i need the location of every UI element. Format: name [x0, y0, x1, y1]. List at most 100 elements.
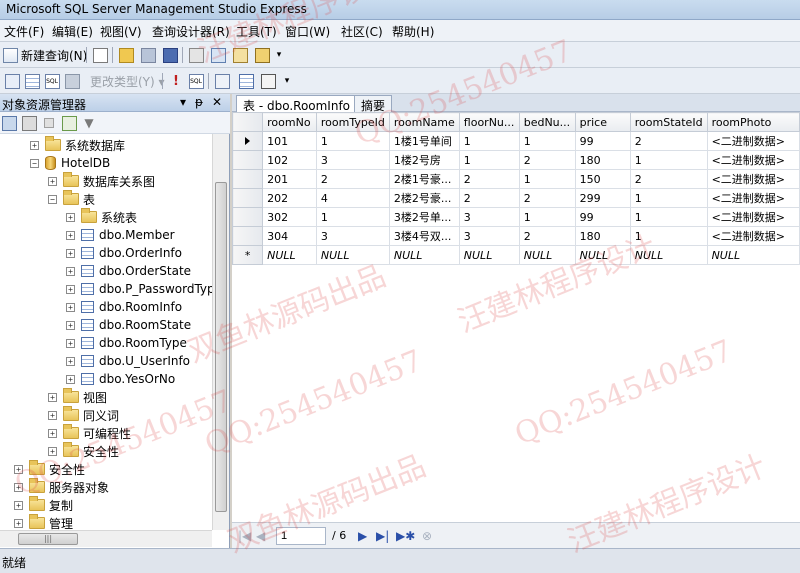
- row-header[interactable]: [232, 207, 264, 227]
- grid-cell[interactable]: <二进制数据>: [706, 226, 800, 246]
- expand-icon[interactable]: +: [66, 302, 75, 312]
- tree-item-database-diagrams[interactable]: + 数据库关系图: [48, 172, 155, 190]
- grid-cell[interactable]: 1: [315, 131, 390, 151]
- tree-item-programmability[interactable]: + 可编程性: [48, 424, 131, 442]
- verify-sql-button[interactable]: SQL: [186, 72, 206, 90]
- expand-icon[interactable]: +: [48, 428, 57, 438]
- menu-file[interactable]: 文件(F): [4, 23, 44, 40]
- grid-cell[interactable]: 1: [629, 226, 708, 246]
- open-button[interactable]: [116, 46, 136, 64]
- tree-item-management[interactable]: + 管理: [14, 514, 73, 530]
- grid-cell[interactable]: 1: [629, 188, 708, 208]
- tree-item-table-roomstate[interactable]: + dbo.RoomState: [66, 316, 191, 334]
- grid-cell[interactable]: 299: [574, 188, 631, 208]
- table-row[interactable]: 102 3 1楼2号房 1 2 180 1 <二进制数据>: [232, 150, 800, 170]
- grid-cell[interactable]: 3: [458, 207, 520, 227]
- add-table-button[interactable]: [236, 72, 256, 90]
- grid-cell-null[interactable]: NULL: [574, 245, 631, 265]
- grid-cell[interactable]: 3: [315, 150, 390, 170]
- grid-cell[interactable]: 2: [629, 169, 708, 189]
- show-diagram-pane-button[interactable]: [2, 72, 22, 90]
- scrollbar-thumb[interactable]: [215, 182, 227, 512]
- tree-item-system-databases[interactable]: + 系统数据库: [30, 136, 125, 154]
- table-row[interactable]: 101 1 1楼1号单间 1 1 99 2 <二进制数据>: [232, 131, 800, 151]
- expand-icon[interactable]: +: [66, 230, 75, 240]
- grid-cell[interactable]: 3楼2号单...: [388, 207, 460, 227]
- collapse-icon[interactable]: −: [30, 158, 39, 168]
- grid-cell[interactable]: <二进制数据>: [706, 131, 800, 151]
- grid-cell[interactable]: 102: [262, 150, 317, 170]
- collapse-icon[interactable]: −: [48, 194, 57, 204]
- show-results-pane-button[interactable]: [62, 72, 82, 90]
- panel-dropdown-icon[interactable]: ▾: [176, 95, 190, 109]
- expand-icon[interactable]: +: [66, 356, 75, 366]
- row-header[interactable]: [232, 188, 264, 208]
- menu-edit[interactable]: 编辑(E): [52, 23, 93, 40]
- grid-cell-null[interactable]: NULL: [629, 245, 708, 265]
- toolbar-more-button[interactable]: ▾: [272, 46, 286, 64]
- object-explorer-button[interactable]: [208, 46, 228, 64]
- tree-horizontal-scrollbar[interactable]: |||: [0, 530, 212, 547]
- menu-tools[interactable]: 工具(T): [236, 23, 277, 40]
- tree-item-table-member[interactable]: + dbo.Member: [66, 226, 175, 244]
- tree-item-security[interactable]: + 安全性: [14, 460, 85, 478]
- save-button[interactable]: [138, 46, 158, 64]
- new-row[interactable]: * NULL NULL NULL NULL NULL NULL NULL NULL: [232, 245, 800, 265]
- expand-icon[interactable]: +: [66, 212, 75, 222]
- tree-item-table-p-passwordtype[interactable]: + dbo.P_PasswordType: [66, 280, 212, 298]
- stop-editing-button[interactable]: ⊗: [422, 529, 432, 543]
- grid-cell-null[interactable]: NULL: [706, 245, 800, 265]
- current-record-input[interactable]: [276, 527, 326, 545]
- tree-item-tables[interactable]: − 表: [48, 190, 95, 208]
- grid-cell-null[interactable]: NULL: [458, 245, 520, 265]
- connect-button[interactable]: [0, 114, 18, 132]
- grid-cell[interactable]: 2: [458, 169, 520, 189]
- column-header[interactable]: bedNu...: [518, 112, 576, 132]
- show-criteria-pane-button[interactable]: [22, 72, 42, 90]
- previous-record-button[interactable]: ◀: [256, 529, 265, 543]
- grid-cell[interactable]: 1: [315, 207, 390, 227]
- tab-summary[interactable]: 摘要: [354, 95, 393, 113]
- expand-icon[interactable]: +: [14, 464, 23, 474]
- toolbar2-more-button[interactable]: ▾: [280, 72, 294, 90]
- grid-cell[interactable]: 1楼1号单间: [388, 131, 460, 151]
- expand-icon[interactable]: +: [66, 374, 75, 384]
- pin-icon[interactable]: ᵽ: [192, 95, 206, 109]
- grid-cell[interactable]: 202: [262, 188, 317, 208]
- grid-cell[interactable]: <二进制数据>: [706, 150, 800, 170]
- disconnect-button[interactable]: [20, 114, 38, 132]
- grid-cell[interactable]: 302: [262, 207, 317, 227]
- grid-cell[interactable]: 2: [629, 131, 708, 151]
- grid-cell[interactable]: 180: [574, 150, 631, 170]
- grid-cell[interactable]: 1: [458, 150, 520, 170]
- column-header[interactable]: roomPhoto: [706, 112, 800, 132]
- grid-cell[interactable]: 3: [315, 226, 390, 246]
- tree-item-table-orderinfo[interactable]: + dbo.OrderInfo: [66, 244, 182, 262]
- table-row[interactable]: 202 4 2楼2号豪... 2 2 299 1 <二进制数据>: [232, 188, 800, 208]
- expand-icon[interactable]: +: [66, 338, 75, 348]
- table-row[interactable]: 201 2 2楼1号豪... 2 1 150 2 <二进制数据>: [232, 169, 800, 189]
- expand-icon[interactable]: +: [66, 284, 75, 294]
- grid-cell[interactable]: 99: [574, 207, 631, 227]
- grid-cell[interactable]: <二进制数据>: [706, 188, 800, 208]
- grid-cell[interactable]: 4: [315, 188, 390, 208]
- filter-button[interactable]: ▼: [80, 114, 98, 132]
- grid-cell[interactable]: 304: [262, 226, 317, 246]
- expand-icon[interactable]: +: [48, 176, 57, 186]
- expand-icon[interactable]: +: [48, 410, 57, 420]
- expand-icon[interactable]: +: [14, 500, 23, 510]
- tree-item-table-u-userinfo[interactable]: + dbo.U_UserInfo: [66, 352, 190, 370]
- group-by-button[interactable]: [212, 72, 232, 90]
- menu-window[interactable]: 窗口(W): [285, 23, 330, 40]
- new-record-button[interactable]: ▶✱: [396, 529, 415, 543]
- expand-icon[interactable]: +: [14, 482, 23, 492]
- grid-cell[interactable]: 2楼2号豪...: [388, 188, 460, 208]
- close-icon[interactable]: ✕: [210, 95, 224, 109]
- row-header[interactable]: [232, 169, 264, 189]
- grid-cell[interactable]: 3: [458, 226, 520, 246]
- grid-cell[interactable]: 180: [574, 226, 631, 246]
- grid-cell[interactable]: 1: [518, 169, 576, 189]
- grid-cell-null[interactable]: NULL: [388, 245, 460, 265]
- last-record-button[interactable]: ▶|: [376, 529, 389, 543]
- tree-item-table-roominfo[interactable]: + dbo.RoomInfo: [66, 298, 182, 316]
